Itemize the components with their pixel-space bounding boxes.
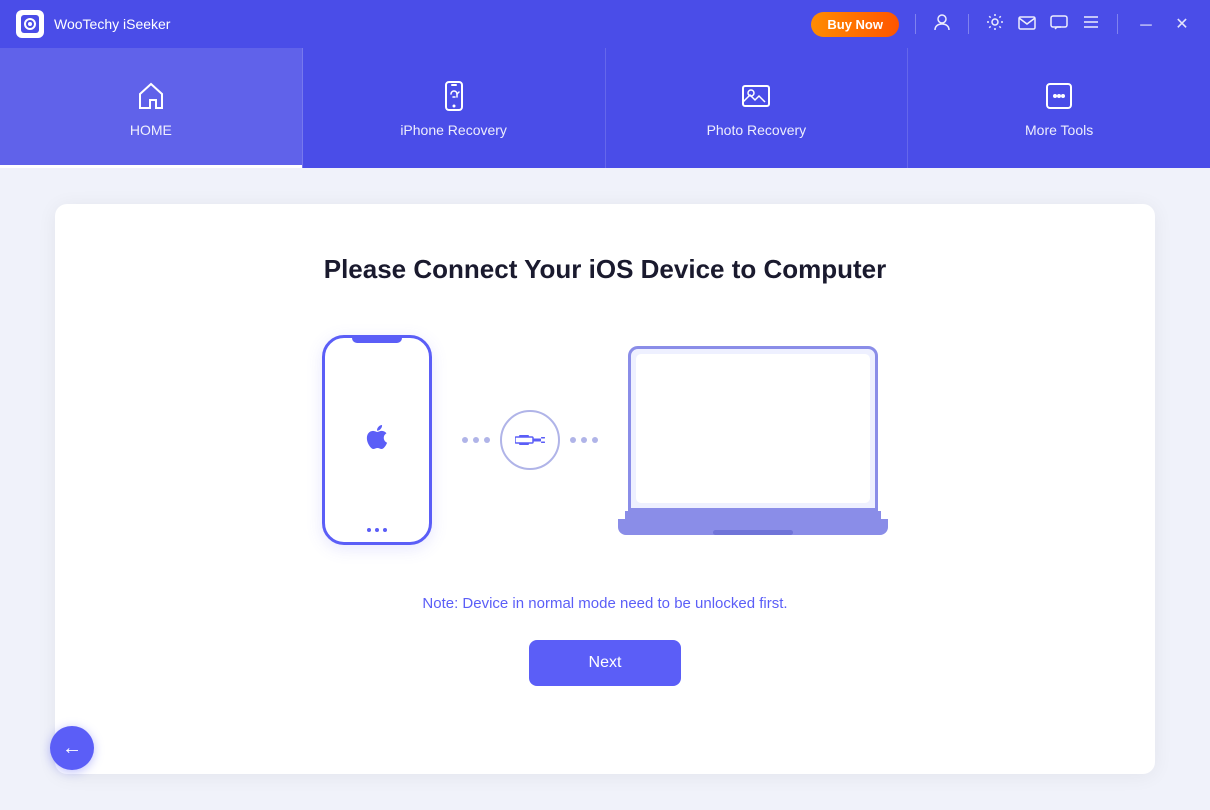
dots-left bbox=[462, 437, 490, 443]
back-button[interactable]: ← bbox=[50, 726, 94, 770]
separator3 bbox=[1117, 14, 1118, 34]
dots-right bbox=[570, 437, 598, 443]
usb-connector bbox=[500, 410, 560, 470]
laptop-illustration bbox=[628, 346, 888, 535]
next-button[interactable]: Next bbox=[529, 640, 682, 686]
nav-photo-recovery-label: Photo Recovery bbox=[707, 122, 807, 138]
connect-title: Please Connect Your iOS Device to Comput… bbox=[324, 254, 887, 285]
account-icon[interactable] bbox=[932, 12, 952, 37]
phone-illustration bbox=[322, 335, 432, 545]
main-content: Please Connect Your iOS Device to Comput… bbox=[0, 168, 1210, 810]
illustration bbox=[95, 335, 1115, 545]
nav-more-tools-label: More Tools bbox=[1025, 122, 1093, 138]
mail-icon[interactable] bbox=[1017, 12, 1037, 37]
laptop-screen-inner bbox=[636, 354, 870, 503]
navbar: HOME iPhone Recovery Photo Recovery bbox=[0, 48, 1210, 168]
separator bbox=[915, 14, 916, 34]
laptop-hinge bbox=[625, 511, 881, 519]
photo-recovery-icon bbox=[738, 78, 774, 114]
iphone-recovery-icon bbox=[436, 78, 472, 114]
buy-now-button[interactable]: Buy Now bbox=[811, 12, 899, 37]
home-icon bbox=[133, 78, 169, 114]
note-text: Note: Device in normal mode need to be u… bbox=[422, 595, 787, 612]
app-logo bbox=[16, 10, 44, 38]
phone-dots bbox=[367, 528, 387, 532]
nav-more-tools[interactable]: More Tools bbox=[908, 48, 1210, 168]
app-title: WooTechy iSeeker bbox=[54, 16, 811, 32]
titlebar: WooTechy iSeeker Buy Now bbox=[0, 0, 1210, 48]
settings-icon[interactable] bbox=[985, 12, 1005, 37]
laptop-base bbox=[618, 519, 888, 535]
minimize-button[interactable]: － bbox=[1134, 12, 1158, 36]
content-card: Please Connect Your iOS Device to Comput… bbox=[55, 204, 1155, 774]
chat-icon[interactable] bbox=[1049, 12, 1069, 37]
close-button[interactable]: ✕ bbox=[1170, 14, 1194, 34]
separator2 bbox=[968, 14, 969, 34]
nav-iphone-recovery-label: iPhone Recovery bbox=[400, 122, 507, 138]
titlebar-actions: Buy Now bbox=[811, 12, 1194, 37]
nav-home[interactable]: HOME bbox=[0, 48, 303, 168]
laptop-screen bbox=[628, 346, 878, 511]
phone-body bbox=[322, 335, 432, 545]
nav-iphone-recovery[interactable]: iPhone Recovery bbox=[303, 48, 606, 168]
connector-area bbox=[462, 410, 598, 470]
nav-photo-recovery[interactable]: Photo Recovery bbox=[606, 48, 909, 168]
nav-home-label: HOME bbox=[130, 122, 172, 138]
menu-icon[interactable] bbox=[1081, 12, 1101, 37]
apple-icon bbox=[361, 421, 393, 460]
more-tools-icon bbox=[1041, 78, 1077, 114]
phone-notch bbox=[352, 338, 402, 343]
